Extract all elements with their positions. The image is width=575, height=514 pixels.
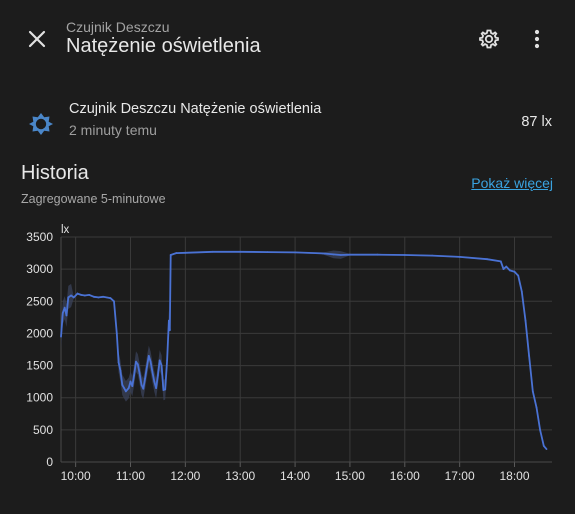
x-tick-label: 17:00 (445, 469, 475, 483)
series-segment (539, 428, 545, 447)
series-segment (520, 290, 527, 322)
y-axis-labels: 0 500 1000 1500 2000 2500 3000 3500 (26, 230, 53, 469)
entity-last-changed: 2 minuty temu (69, 122, 157, 138)
x-tick-label: 16:00 (390, 469, 420, 483)
chart-series (60, 250, 548, 451)
series-segment (517, 274, 523, 293)
entity-state-value: 87 lx (521, 114, 552, 130)
settings-button[interactable] (475, 25, 503, 53)
series-segment (115, 332, 120, 364)
series-segment (294, 251, 324, 255)
series-segment (499, 260, 505, 270)
x-axis-labels: 10:00 11:00 12:00 13:00 14:00 15:00 16:00 17:00… (61, 469, 530, 483)
close-button[interactable] (22, 24, 52, 54)
y-tick-label: 2000 (26, 326, 53, 340)
dots-vertical-icon (534, 29, 540, 49)
series-segment (321, 252, 335, 256)
range-band (61, 250, 547, 450)
series-segment (542, 444, 548, 451)
aggregation-label: Zagregowane 5-minutowe (21, 192, 166, 206)
series-segment (168, 254, 172, 332)
series-segment (528, 354, 534, 393)
x-tick-label: 11:00 (116, 469, 145, 483)
series-segment (156, 359, 161, 377)
series-segment (486, 258, 502, 263)
brightness-icon (29, 113, 53, 135)
series-segment (164, 359, 169, 391)
y-tick-label: 3500 (26, 230, 53, 244)
series-segment (531, 390, 538, 409)
chart-grid (60, 236, 552, 467)
y-tick-label: 3000 (26, 262, 53, 276)
x-tick-label: 15:00 (335, 469, 365, 483)
more-options-button[interactable] (525, 25, 549, 53)
y-tick-label: 1000 (26, 391, 53, 405)
series-segment (524, 319, 530, 357)
y-tick-label: 500 (33, 423, 53, 437)
series-segment (102, 295, 112, 299)
series-segment (431, 254, 461, 258)
series-segment (535, 406, 541, 431)
dialog-header: Czujnik Deszczu Natężenie oświetlenia (0, 0, 575, 80)
x-tick-label: 13:00 (225, 469, 255, 483)
breadcrumb: Czujnik Deszczu (66, 19, 170, 35)
y-tick-label: 0 (46, 455, 53, 469)
chart-range-band (61, 250, 547, 450)
series-segment (458, 256, 489, 261)
y-tick-label: 2500 (26, 294, 53, 308)
series-segment (113, 300, 118, 335)
history-chart[interactable]: 0500100015002000250030003500 10:00 11:00 1… (0, 215, 575, 505)
series-segment (65, 296, 70, 317)
entity-name: Czujnik Deszczu Natężenie oświetlenia (69, 101, 322, 117)
series-segment (332, 253, 342, 256)
series-segment (160, 364, 165, 391)
x-tick-label: 18:00 (499, 469, 529, 483)
x-tick-label: 14:00 (280, 469, 310, 483)
y-tick-label: 1500 (26, 359, 53, 373)
gear-icon (479, 29, 499, 49)
history-title: Historia (21, 162, 89, 184)
y-axis-unit: lx (61, 224, 70, 236)
series-segment (403, 254, 434, 257)
x-tick-label: 10:00 (61, 469, 91, 483)
page-title: Natężenie oświetlenia (66, 35, 261, 57)
show-more-link[interactable]: Pokaż więcej (471, 175, 553, 191)
x-tick-label: 12:00 (170, 469, 200, 483)
entity-row[interactable]: Czujnik Deszczu Natężenie oświetlenia 2 … (0, 92, 575, 152)
close-icon (28, 30, 46, 48)
series-segment (184, 250, 214, 254)
